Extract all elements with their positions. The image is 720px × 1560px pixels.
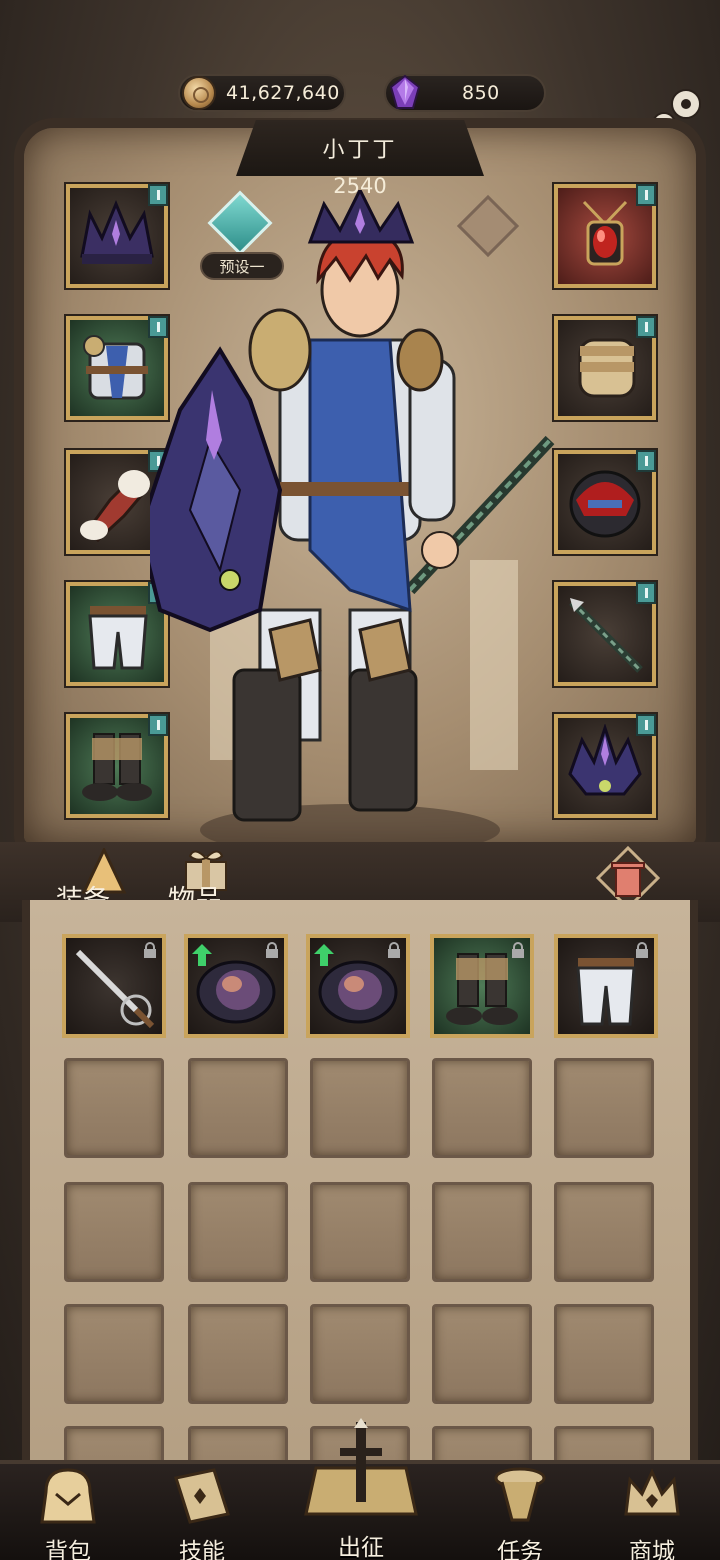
inventory-item-dark-shoulder[interactable] [306, 934, 410, 1038]
gem-amount: 850 [462, 82, 500, 104]
rapier-icon [75, 949, 155, 1029]
bracers-icon [80, 470, 150, 543]
lock-icon [266, 942, 278, 958]
upgrade-arrow-icon [314, 944, 334, 966]
upgrade-arrow-icon [192, 944, 212, 966]
dark-crest-icon [568, 724, 642, 796]
inventory-slot-empty[interactable] [432, 1058, 532, 1158]
pants-icon [576, 958, 636, 1026]
battle-sword-icon [304, 1418, 418, 1516]
nav-skills-label: 技能 [179, 1539, 225, 1560]
inventory-slot-empty[interactable] [64, 1304, 164, 1404]
inventory-slot-empty[interactable] [310, 1304, 410, 1404]
coin-icon [182, 76, 216, 110]
hero-name: 小丁丁 [322, 138, 398, 163]
boots-icon [446, 953, 518, 1025]
gauntlet-icon [578, 338, 636, 398]
nav-quests-label: 任务 [497, 1539, 543, 1560]
equip-level-badge [636, 450, 656, 472]
nav-bag-label: 背包 [45, 1539, 91, 1560]
inventory-item-pants[interactable] [554, 934, 658, 1038]
currency-bar: 41,627,640 850 [0, 66, 720, 120]
inventory-slot-empty[interactable] [554, 1304, 654, 1404]
chest-armor-icon [83, 335, 148, 400]
nav-shop-label: 商城 [629, 1539, 675, 1560]
nav-quests[interactable]: 任务 [460, 1464, 580, 1560]
crown-icon [80, 200, 154, 264]
nav-skills[interactable]: 技能 [142, 1464, 262, 1560]
gold-counter[interactable]: 41,627,640 [178, 74, 346, 112]
skill-book-icon [174, 1468, 230, 1524]
inventory-slot-empty[interactable] [554, 1182, 654, 1282]
equip-level-badge [636, 184, 656, 206]
inventory-item-dark-shoulder[interactable] [184, 934, 288, 1038]
nav-bag[interactable]: 背包 [8, 1464, 128, 1560]
inventory-item-boots[interactable] [430, 934, 534, 1038]
lock-icon [636, 942, 648, 958]
pants-icon [88, 606, 148, 670]
inventory-slot-empty[interactable] [188, 1304, 288, 1404]
inventory-slot-empty[interactable] [64, 1058, 164, 1158]
boots-icon [82, 733, 152, 801]
gem-counter[interactable]: 850 [384, 74, 546, 112]
inventory-slot-empty[interactable] [310, 1058, 410, 1158]
inventory-slot-empty[interactable] [188, 1182, 288, 1282]
shop-crown-icon [624, 1468, 680, 1516]
inventory-slot-empty[interactable] [188, 1058, 288, 1158]
nav-battle[interactable]: 出征 [296, 1418, 426, 1560]
inventory-slot-empty[interactable] [310, 1182, 410, 1282]
helmet-icon [569, 470, 641, 538]
inventory-slot-empty[interactable] [432, 1182, 532, 1282]
lock-icon [144, 942, 156, 958]
amulet-icon [582, 200, 628, 266]
gold-amount: 41,627,640 [226, 82, 340, 104]
bag-icon [40, 1468, 96, 1524]
nav-shop[interactable]: 商城 [592, 1464, 712, 1560]
game-screen: 41,627,640 850 小丁丁 2540 预设一 背包 技能 任务 商城 … [0, 0, 720, 1560]
lock-icon [388, 942, 400, 958]
lock-icon [512, 942, 524, 958]
inventory-item-rapier[interactable] [62, 934, 166, 1038]
equip-level-badge [636, 582, 656, 604]
hero-character [150, 190, 555, 856]
inventory-slot-empty[interactable] [432, 1304, 532, 1404]
scroll-icon [494, 1467, 546, 1522]
inventory-slot-empty[interactable] [554, 1058, 654, 1158]
purple-crystal-icon [389, 75, 421, 109]
inventory-slot-empty[interactable] [64, 1182, 164, 1282]
equip-level-badge [636, 316, 656, 338]
equip-level-badge [636, 714, 656, 736]
nav-battle-label: 出征 [338, 1535, 384, 1560]
staff-icon [569, 598, 643, 673]
